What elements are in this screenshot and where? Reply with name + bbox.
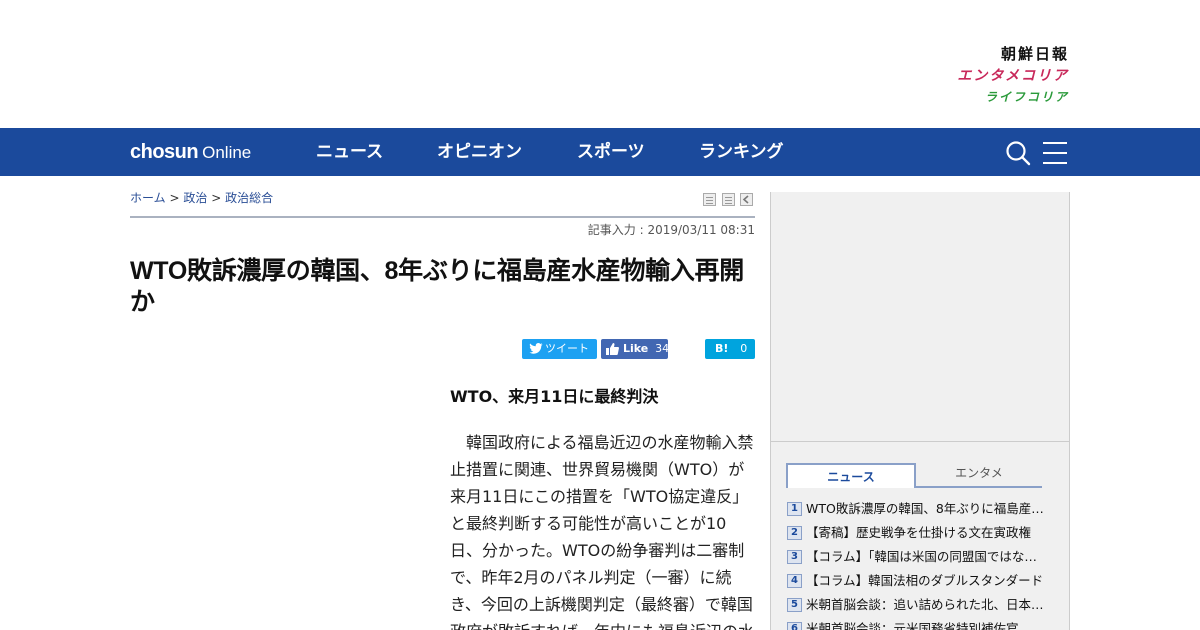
ranking-title: 【寄稿】歴史戦争を仕掛ける文在寅政権 bbox=[806, 525, 1032, 540]
nav-item-sports[interactable]: スポーツ bbox=[577, 140, 645, 164]
logo-light-text: Online bbox=[202, 143, 252, 162]
twitter-bird-icon bbox=[529, 343, 543, 354]
facebook-like-button[interactable]: Like 34 bbox=[601, 339, 670, 359]
thumbs-up-icon bbox=[606, 343, 619, 355]
ad-slot bbox=[771, 192, 1069, 442]
logo-bold-text: chosun bbox=[130, 141, 199, 163]
breadcrumb-home[interactable]: ホーム bbox=[130, 191, 166, 205]
like-label: Like bbox=[623, 342, 649, 355]
chosun-online-logo[interactable]: chosun Online bbox=[130, 140, 251, 164]
header-divider bbox=[130, 216, 755, 218]
rank-number: 1 bbox=[787, 502, 802, 516]
chosun-nippo-logo[interactable]: 朝鮮日報 bbox=[929, 44, 1069, 64]
hatena-label: B! bbox=[715, 342, 729, 355]
article-headline: WTO敗訴濃厚の韓国、8年ぶりに福島産水産物輸入再開か bbox=[130, 257, 744, 316]
ranking-title: 米朝首脳会談：追い詰められた北、日本に接近か bbox=[806, 597, 1047, 612]
ranking-list: 1 WTO敗訴濃厚の韓国、8年ぶりに福島産水産物輸入再開か 2 【寄稿】歴史戦争を仕… bbox=[787, 497, 1047, 630]
article-dateline: 記事入力 : 2019/03/11 08:31 bbox=[587, 223, 755, 237]
tab-news[interactable]: ニュース bbox=[786, 463, 916, 488]
rank-number: 4 bbox=[787, 574, 802, 588]
rank-number: 2 bbox=[787, 526, 802, 540]
ranking-item[interactable]: 4 【コラム】韓国法相のダブルスタンダード bbox=[787, 569, 1047, 593]
back-arrow-icon[interactable] bbox=[740, 193, 753, 206]
search-icon[interactable] bbox=[1005, 140, 1031, 166]
nav-item-ranking[interactable]: ランキング bbox=[699, 140, 784, 164]
life-korea-logo[interactable]: ライフコリア bbox=[929, 88, 1069, 106]
like-count: 34 bbox=[655, 342, 670, 355]
tweet-label: ツイート bbox=[545, 342, 589, 355]
ranking-item[interactable]: 1 WTO敗訴濃厚の韓国、8年ぶりに福島産水産物輸入再開か bbox=[787, 497, 1047, 521]
hatena-bookmark-button[interactable]: B! 0 bbox=[705, 339, 755, 359]
enta-korea-logo[interactable]: エンタメコリア bbox=[929, 64, 1069, 88]
tab-entame[interactable]: エンタメ bbox=[916, 463, 1042, 488]
sidebar: ニュース エンタメ 1 WTO敗訴濃厚の韓国、8年ぶりに福島産水産物輸入再開か 2… bbox=[770, 192, 1070, 630]
breadcrumb-separator: > bbox=[211, 191, 222, 205]
ranking-item[interactable]: 6 米朝首脳会談：元米国務省特別補佐官 bbox=[787, 617, 1047, 630]
ranking-item[interactable]: 3 【コラム】「韓国は米国の同盟国ではないのか」 bbox=[787, 545, 1047, 569]
article-subhead: WTO、来月11日に最終判決 bbox=[450, 387, 659, 406]
tweet-button[interactable]: ツイート bbox=[522, 339, 597, 359]
ranking-item[interactable]: 5 米朝首脳会談：追い詰められた北、日本に接近か bbox=[787, 593, 1047, 617]
hatena-count: 0 bbox=[740, 342, 748, 355]
print-icon[interactable] bbox=[703, 193, 716, 206]
hamburger-menu-icon[interactable] bbox=[1043, 142, 1067, 164]
breadcrumb-separator: > bbox=[169, 191, 180, 205]
ranking-title: WTO敗訴濃厚の韓国、8年ぶりに福島産水産物輸入再開か bbox=[806, 501, 1047, 516]
breadcrumb: ホーム > 政治 > 政治総合 bbox=[130, 190, 273, 206]
text-size-icon[interactable] bbox=[722, 193, 735, 206]
article-body: 韓国政府による福島近辺の水産物輸入禁止措置に関連、世界貿易機関（WTO）が来月1… bbox=[450, 433, 754, 630]
nav-item-news[interactable]: ニュース bbox=[316, 140, 383, 164]
rank-number: 3 bbox=[787, 550, 802, 564]
rank-number: 6 bbox=[787, 622, 802, 630]
ranking-title: 【コラム】「韓国は米国の同盟国ではないのか」 bbox=[806, 549, 1047, 564]
ranking-title: 米朝首脳会談：元米国務省特別補佐官 bbox=[806, 621, 1019, 630]
breadcrumb-subcategory[interactable]: 政治総合 bbox=[225, 191, 273, 205]
rank-number: 5 bbox=[787, 598, 802, 612]
ranking-item[interactable]: 2 【寄稿】歴史戦争を仕掛ける文在寅政権 bbox=[787, 521, 1047, 545]
nav-item-opinion[interactable]: オピニオン bbox=[437, 140, 522, 164]
brand-logos: 朝鮮日報 エンタメコリア ライフコリア bbox=[929, 44, 1069, 106]
breadcrumb-category[interactable]: 政治 bbox=[183, 191, 207, 205]
ranking-title: 【コラム】韓国法相のダブルスタンダード bbox=[806, 573, 1044, 588]
